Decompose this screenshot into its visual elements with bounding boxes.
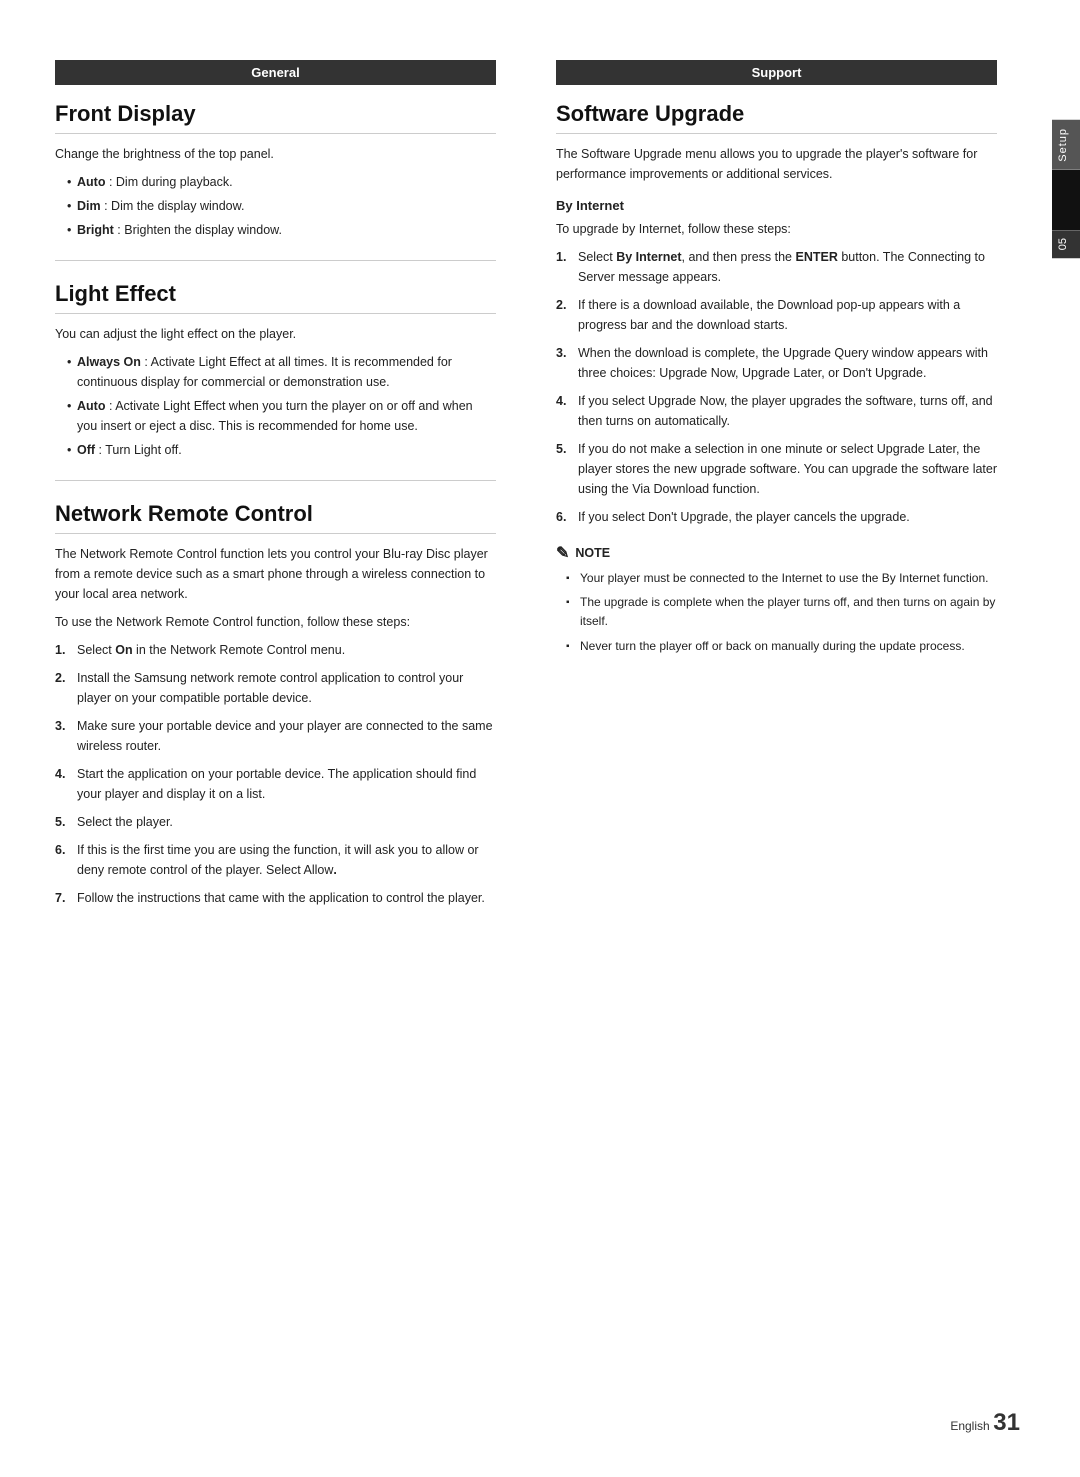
front-display-bullets: Auto : Dim during playback. Dim : Dim th…	[67, 172, 496, 240]
front-display-bullet-2: Dim : Dim the display window.	[67, 196, 496, 216]
by-internet-step-3: 3.When the download is complete, the Upg…	[556, 343, 997, 383]
note-header: ✎ NOTE	[556, 543, 997, 563]
note-list: Your player must be connected to the Int…	[566, 569, 997, 656]
software-upgrade-title: Software Upgrade	[556, 101, 997, 134]
front-display-intro: Change the brightness of the top panel.	[55, 144, 496, 164]
light-effect-bullet-3: Off : Turn Light off.	[67, 440, 496, 460]
by-internet-step-5: 5.If you do not make a selection in one …	[556, 439, 997, 499]
network-remote-intro: The Network Remote Control function lets…	[55, 544, 496, 604]
note-section: ✎ NOTE Your player must be connected to …	[556, 543, 997, 656]
network-remote-step-2: 2.Install the Samsung network remote con…	[55, 668, 496, 708]
light-effect-title: Light Effect	[55, 281, 496, 314]
right-column: Support Software Upgrade The Software Up…	[546, 60, 997, 1417]
footer-language: English	[950, 1419, 989, 1433]
network-remote-steps: 1.Select On in the Network Remote Contro…	[55, 640, 496, 908]
divider-1	[55, 260, 496, 261]
by-internet-subsection: By Internet To upgrade by Internet, foll…	[556, 198, 997, 527]
divider-2	[55, 480, 496, 481]
side-tab: Setup 05	[1052, 120, 1080, 258]
note-icon: ✎	[556, 543, 569, 563]
content-area: General Front Display Change the brightn…	[0, 0, 1052, 1477]
network-remote-step-3: 3.Make sure your portable device and you…	[55, 716, 496, 756]
network-remote-title: Network Remote Control	[55, 501, 496, 534]
software-upgrade-intro: The Software Upgrade menu allows you to …	[556, 144, 997, 184]
front-display-bullet-3: Bright : Brighten the display window.	[67, 220, 496, 240]
network-remote-step-6: 6.If this is the first time you are usin…	[55, 840, 496, 880]
by-internet-step-2: 2.If there is a download available, the …	[556, 295, 997, 335]
note-item-1: Your player must be connected to the Int…	[566, 569, 997, 588]
side-tab-number: 05	[1052, 230, 1080, 258]
network-remote-section: Network Remote Control The Network Remot…	[55, 501, 496, 908]
light-effect-intro: You can adjust the light effect on the p…	[55, 324, 496, 344]
by-internet-step-1: 1.Select By Internet, and then press the…	[556, 247, 997, 287]
general-header: General	[55, 60, 496, 85]
left-column: General Front Display Change the brightn…	[55, 60, 516, 1417]
network-remote-step-1: 1.Select On in the Network Remote Contro…	[55, 640, 496, 660]
light-effect-bullet-1: Always On : Activate Light Effect at all…	[67, 352, 496, 392]
page-container: Setup 05 General Front Display Change th…	[0, 0, 1080, 1477]
by-internet-title: By Internet	[556, 198, 997, 213]
support-header: Support	[556, 60, 997, 85]
page-footer: English 31	[950, 1409, 1020, 1437]
light-effect-bullet-2: Auto : Activate Light Effect when you tu…	[67, 396, 496, 436]
software-upgrade-section: Software Upgrade The Software Upgrade me…	[556, 101, 997, 656]
front-display-bullet-1: Auto : Dim during playback.	[67, 172, 496, 192]
by-internet-step-6: 6.If you select Don't Upgrade, the playe…	[556, 507, 997, 527]
by-internet-step-4: 4.If you select Upgrade Now, the player …	[556, 391, 997, 431]
note-item-3: Never turn the player off or back on man…	[566, 637, 997, 656]
network-remote-step-4: 4.Start the application on your portable…	[55, 764, 496, 804]
by-internet-intro: To upgrade by Internet, follow these ste…	[556, 219, 997, 239]
note-label: NOTE	[575, 546, 610, 560]
footer-page-number: 31	[993, 1409, 1020, 1436]
side-tab-black-bar	[1052, 170, 1080, 230]
light-effect-section: Light Effect You can adjust the light ef…	[55, 281, 496, 460]
light-effect-bullets: Always On : Activate Light Effect at all…	[67, 352, 496, 460]
note-item-2: The upgrade is complete when the player …	[566, 593, 997, 631]
network-remote-step-7: 7.Follow the instructions that came with…	[55, 888, 496, 908]
network-remote-step-5: 5.Select the player.	[55, 812, 496, 832]
side-tab-label: Setup	[1052, 120, 1080, 170]
network-remote-intro2: To use the Network Remote Control functi…	[55, 612, 496, 632]
front-display-section: Front Display Change the brightness of t…	[55, 101, 496, 240]
by-internet-steps: 1.Select By Internet, and then press the…	[556, 247, 997, 527]
front-display-title: Front Display	[55, 101, 496, 134]
